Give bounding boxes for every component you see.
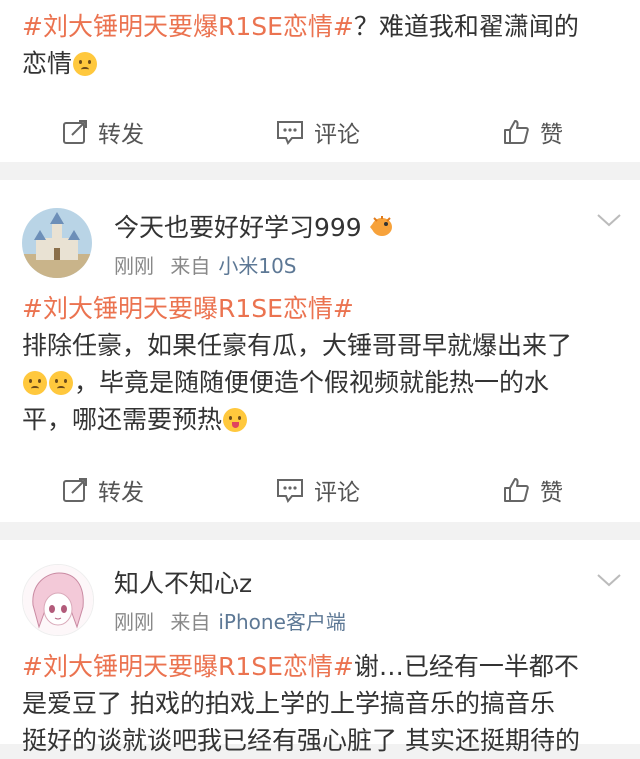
comment-button[interactable]: 评论 bbox=[276, 460, 360, 520]
post-1-hashtag[interactable]: #刘大锤明天要爆R1SE恋情# bbox=[22, 12, 354, 41]
emoji-icon bbox=[23, 371, 47, 395]
comment-icon bbox=[277, 479, 303, 503]
post-time: 刚刚 bbox=[114, 254, 154, 278]
repost-button[interactable]: 转发 bbox=[62, 102, 144, 162]
post-2-actions: 转发 评论 赞 bbox=[0, 460, 640, 520]
card-divider bbox=[0, 522, 640, 540]
like-icon bbox=[504, 120, 529, 144]
like-button[interactable]: 赞 bbox=[502, 102, 563, 162]
post-card-2: 今天也要好好学习999 刚刚 来自 小米10S #刘大锤明天要曝R1SE恋情# 排… bbox=[0, 180, 640, 522]
repost-icon bbox=[63, 478, 87, 502]
post-1-text: #刘大锤明天要爆R1SE恋情#？难道我和翟潇闻的 恋情 bbox=[22, 12, 579, 78]
post-card-1: #刘大锤明天要爆R1SE恋情#？难道我和翟潇闻的 恋情 转发 评论 赞 bbox=[0, 0, 640, 162]
repost-button[interactable]: 转发 bbox=[62, 460, 144, 520]
post-2-text: #刘大锤明天要曝R1SE恋情# 排除任豪，如果任豪有瓜，大锤哥哥早就爆出来了 ，… bbox=[22, 294, 573, 434]
post-3-text: #刘大锤明天要曝R1SE恋情#谢…已经有一半都不 是爱豆了 拍戏的拍戏上学的上学… bbox=[22, 652, 580, 755]
comment-icon bbox=[277, 121, 303, 145]
post-2-hashtag[interactable]: #刘大锤明天要曝R1SE恋情# bbox=[22, 294, 354, 323]
post-1-actions: 转发 评论 赞 bbox=[0, 102, 640, 162]
emoji-icon bbox=[49, 371, 73, 395]
post-3-hashtag[interactable]: #刘大锤明天要曝R1SE恋情# bbox=[22, 652, 354, 681]
source-prefix: 来自 bbox=[170, 254, 211, 278]
source-link[interactable]: 小米10S bbox=[218, 254, 296, 278]
avatar[interactable] bbox=[22, 208, 92, 278]
like-icon bbox=[504, 478, 529, 502]
comment-button[interactable]: 评论 bbox=[276, 102, 360, 162]
source-link[interactable]: iPhone客户端 bbox=[218, 610, 346, 634]
chevron-down-icon[interactable] bbox=[596, 212, 622, 232]
emoji-icon bbox=[73, 52, 98, 76]
source-prefix: 来自 bbox=[170, 610, 211, 634]
post-card-3: 知人不知心z 刚刚 来自 iPhone客户端 #刘大锤明天要曝R1SE恋情#谢…已… bbox=[0, 540, 640, 755]
like-button[interactable]: 赞 bbox=[502, 460, 563, 520]
repost-icon bbox=[63, 120, 87, 144]
post-3-username[interactable]: 知人不知心z bbox=[114, 564, 252, 600]
post-time: 刚刚 bbox=[114, 610, 154, 634]
chevron-down-icon[interactable] bbox=[596, 572, 622, 592]
avatar[interactable] bbox=[22, 564, 94, 636]
card-divider bbox=[0, 162, 640, 180]
post-3-meta: 刚刚 来自 iPhone客户端 bbox=[114, 606, 346, 635]
post-2-username[interactable]: 今天也要好好学习999 bbox=[114, 208, 396, 244]
post-2-meta: 刚刚 来自 小米10S bbox=[114, 250, 297, 279]
pufferfish-badge-icon bbox=[369, 216, 392, 236]
emoji-icon bbox=[223, 408, 248, 432]
